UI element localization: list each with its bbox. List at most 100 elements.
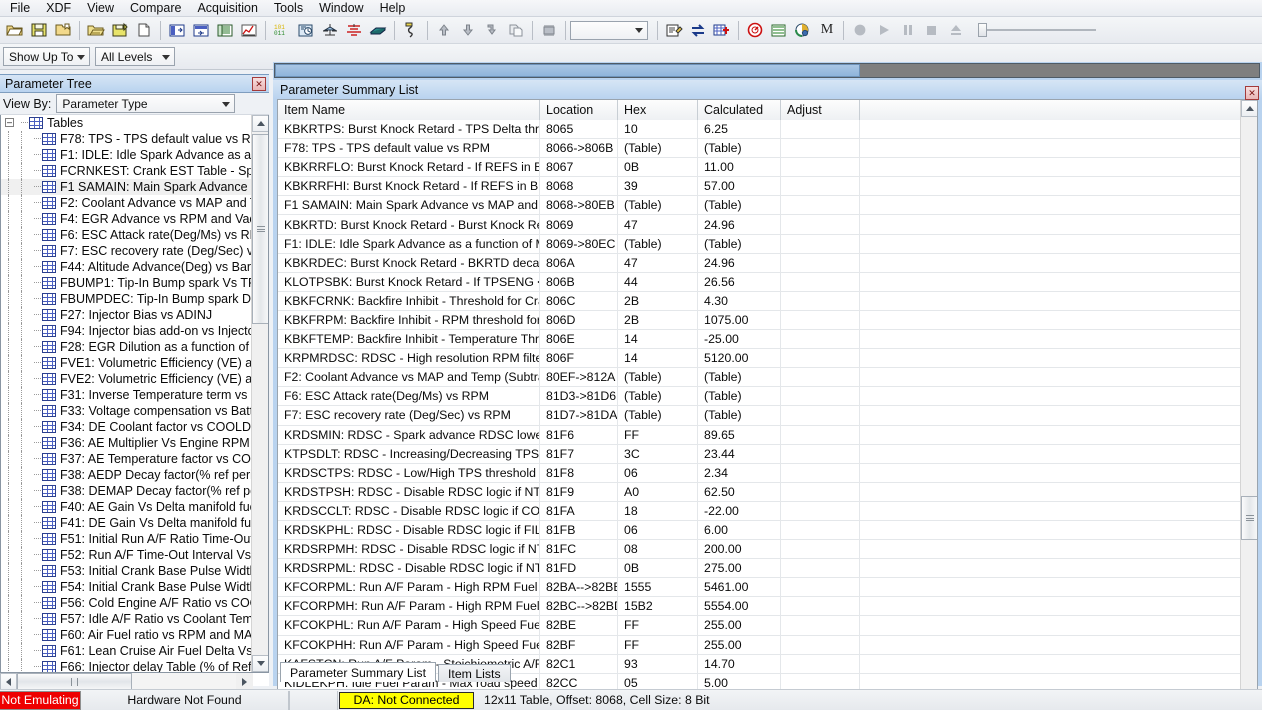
table-row[interactable]: KBKRDEC: Burst Knock Retard - BKRTD deca… [278,253,1257,273]
table-row[interactable]: F1 SAMAIN: Main Spark Advance vs MAP and… [278,195,1257,216]
tree-item[interactable]: FCRNKEST: Crank EST Table - Spark A [1,163,251,179]
scroll-thumb[interactable] [252,134,268,324]
tree-horizontal-scrollbar[interactable] [0,673,253,690]
hscroll-track[interactable] [17,673,236,690]
table-row[interactable]: KRDSKPHL: RDSC - Disable RDSC logic if F… [278,520,1257,541]
playback-position-slider[interactable] [976,20,1096,40]
tree-item[interactable]: F1: IDLE: Idle Spark Advance as a fun [1,147,251,163]
table-row[interactable]: KBKRRFHI: Burst Knock Retard - If REFS i… [278,176,1257,197]
table-row[interactable]: KBKFTEMP: Backfire Inhibit - Temperature… [278,329,1257,350]
column-header[interactable]: Location [540,100,618,120]
tree-item[interactable]: F66: Injector delay Table (% of Refer [1,659,251,672]
graph-icon[interactable] [237,19,261,42]
tree-item[interactable]: F27: Injector Bias vs ADINJ [1,307,251,323]
flash-cable-icon[interactable] [399,19,423,42]
tab-item-lists[interactable]: Item Lists [438,664,511,682]
table-row[interactable]: KBKRRFLO: Burst Knock Retard - If REFS i… [278,157,1257,178]
tree-item[interactable]: F36: AE Multiplier Vs Engine RPM Table [1,435,251,451]
align-icon[interactable] [342,19,366,42]
tree-item[interactable]: F31: Inverse Temperature term vs Cha [1,387,251,403]
stop-icon[interactable] [920,19,944,42]
hex-editor-icon[interactable]: 101 011 [270,19,294,42]
new-document-icon[interactable] [132,19,156,42]
compare-scales-icon[interactable] [318,19,342,42]
play-icon[interactable] [872,19,896,42]
summary-vertical-scrollbar[interactable] [1240,100,1257,710]
tree-item[interactable]: F38: AEDP Decay factor(% ref period) [1,467,251,483]
table-row[interactable]: KBKFRPM: Backfire Inhibit - RPM threshol… [278,310,1257,331]
tree-item[interactable]: F94: Injector bias add-on vs Injector p [1,323,251,339]
parameter-tree-list[interactable]: – Tables F78: TPS - TPS default value vs R… [0,115,269,673]
tree-item[interactable]: F60: Air Fuel ratio vs RPM and MAP [1,627,251,643]
tree-item[interactable]: FVE1: Volumetric Efficiency (VE) as a f [1,355,251,371]
save-disk-icon[interactable] [27,19,51,42]
tree-item[interactable]: F78: TPS - TPS default value vs RPM [1,131,251,147]
tree-root-tables[interactable]: – Tables [1,115,251,131]
table-row[interactable]: KFCORPML: Run A/F Param - High RPM Fuel … [278,577,1257,598]
table-row[interactable]: KRDSCTPS: RDSC - Low/High TPS threshold … [278,463,1257,483]
checksum-icon[interactable] [294,19,318,42]
table-row[interactable]: KBKFCRNK: Backfire Inhibit - Threshold f… [278,291,1257,311]
slider-thumb[interactable] [978,23,987,37]
parameter-tree-icon[interactable] [165,19,189,42]
menu-help[interactable]: Help [372,0,414,17]
tree-item[interactable]: F53: Initial Crank Base Pulse Width vs [1,563,251,579]
tree-item[interactable]: F41: DE Gain Vs Delta manifold fuel [1,515,251,531]
scroll-thumb[interactable] [1241,496,1257,540]
tree-item[interactable]: F33: Voltage compensation vs Battery [1,403,251,419]
record-icon[interactable] [848,19,872,42]
tab-parameter-summary-list[interactable]: Parameter Summary List [280,662,436,682]
column-header[interactable]: Item Name [278,100,540,120]
tree-vertical-scrollbar[interactable] [251,115,268,672]
column-header[interactable]: Hex [618,100,698,120]
close-icon[interactable]: ✕ [252,77,266,91]
view-by-dropdown[interactable]: Parameter Type [56,94,236,113]
edit-notes-icon[interactable] [662,19,686,42]
read-icon[interactable] [480,19,504,42]
summary-top-scroll-thumb[interactable] [275,64,860,77]
menu-view[interactable]: View [79,0,122,17]
levels-dropdown[interactable]: All Levels [95,47,175,66]
tree-item[interactable]: FVE2: Volumetric Efficiency (VE) as a f [1,371,251,387]
table-row[interactable]: KBKRTPS: Burst Knock Retard - TPS Delta … [278,119,1257,140]
tree-item[interactable]: FBUMP1: Tip-In Bump spark Vs TPS & R [1,275,251,291]
tree-item[interactable]: F2: Coolant Advance vs MAP and Temp [1,195,251,211]
scroll-up-button[interactable] [1241,100,1257,117]
column-header[interactable]: Calculated [698,100,781,120]
menu-tools[interactable]: Tools [266,0,311,17]
summary-grid[interactable]: Item Name Location Hex Calculated Adjust KBK… [277,99,1258,710]
table-row[interactable]: KRDSMIN: RDSC - Spark advance RDSC lower… [278,425,1257,445]
menu-file[interactable]: File [2,0,38,17]
scroll-left-button[interactable] [0,673,17,690]
tree-item[interactable]: F54: Initial Crank Base Pulse Width vs [1,579,251,595]
hscroll-thumb[interactable] [17,673,132,690]
tree-item[interactable]: FBUMPDEC: Tip-In Bump spark Decay T [1,291,251,307]
save-xdf-icon[interactable] [108,19,132,42]
tree-item[interactable]: F52: Run A/F Time-Out Interval Vs CO [1,547,251,563]
summary-top-scrollbar[interactable] [274,63,1260,78]
tree-item[interactable]: F51: Initial Run A/F Ratio Time-Out vs [1,531,251,547]
swap-arrows-icon[interactable] [686,19,710,42]
tree-item[interactable]: F44: Altitude Advance(Deg) vs Baro & [1,259,251,275]
show-up-to-dropdown[interactable]: Show Up To [3,47,90,66]
table-row[interactable]: KRDSRPML: RDSC - Disable RDSC logic if N… [278,558,1257,579]
tree-item[interactable]: F7: ESC recovery rate (Deg/Sec) vs RP [1,243,251,259]
menu-acquisition[interactable]: Acquisition [189,0,265,17]
table-row[interactable]: KRPMRDSC: RDSC - High resolution RPM fil… [278,348,1257,369]
eject-icon[interactable] [944,19,968,42]
pause-icon[interactable] [896,19,920,42]
collapse-icon[interactable]: – [5,118,14,127]
menu-window[interactable]: Window [311,0,371,17]
menu-compare[interactable]: Compare [122,0,189,17]
summary-list-icon[interactable] [189,19,213,42]
open-folder-icon[interactable] [3,19,27,42]
toolbar-selection-dropdown[interactable] [570,20,648,40]
tree-item[interactable]: F40: AE Gain Vs Delta manifold fuel [1,499,251,515]
scroll-up-button[interactable] [252,115,268,132]
upload-arrow-icon[interactable] [432,19,456,42]
macro-m-icon[interactable]: M [815,19,839,42]
download-arrow-icon[interactable] [456,19,480,42]
table-row[interactable]: F7: ESC recovery rate (Deg/Sec) vs RPM 81… [278,405,1257,426]
table-row[interactable]: F6: ESC Attack rate(Deg/Ms) vs RPM 81D3->… [278,386,1257,407]
scroll-down-button[interactable] [252,655,268,672]
